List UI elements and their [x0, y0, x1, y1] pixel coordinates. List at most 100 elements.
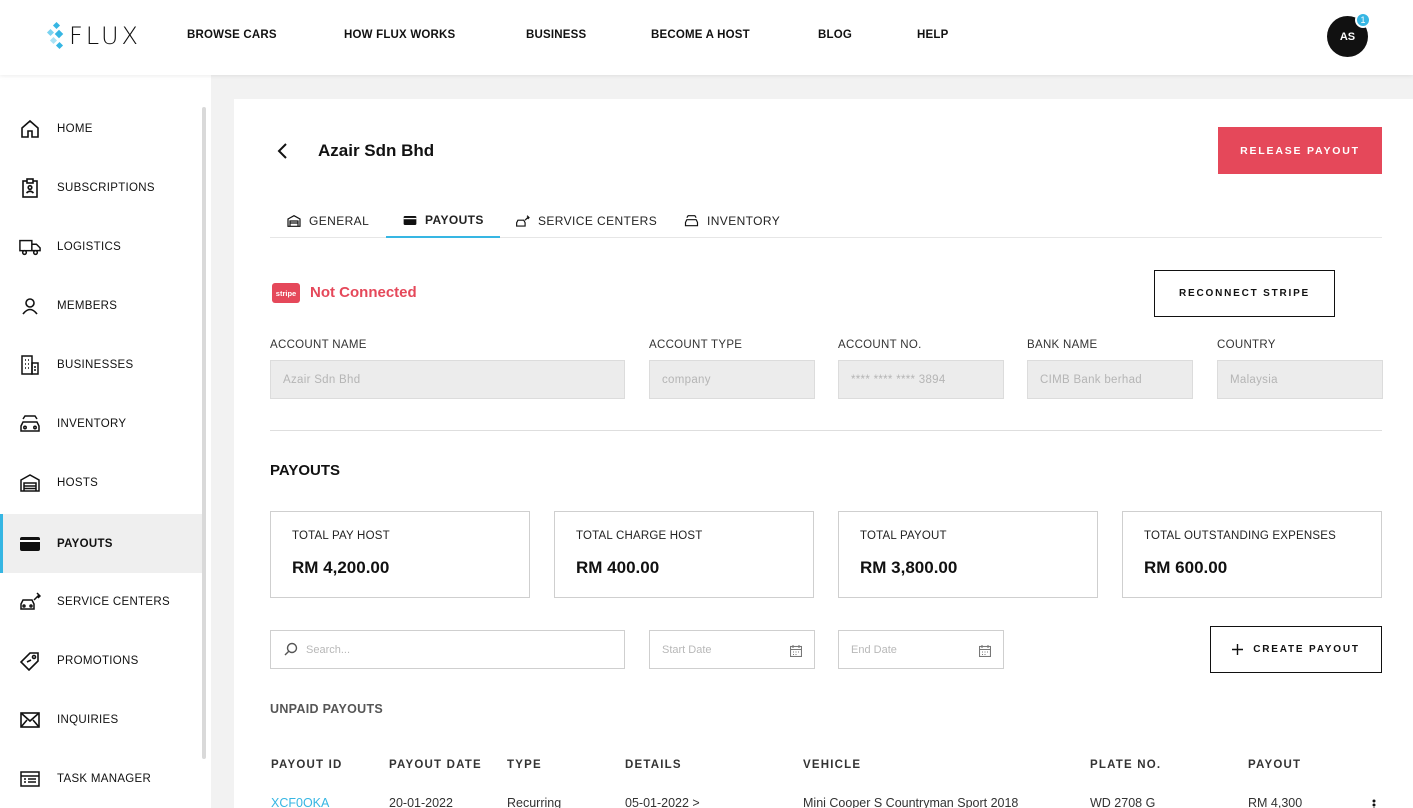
reconnect-stripe-button[interactable]: RECONNECT STRIPE: [1154, 270, 1335, 317]
calendar-icon[interactable]: [789, 644, 803, 662]
user-icon: [19, 295, 41, 317]
sidebar-item-task-manager[interactable]: TASK MANAGER: [0, 749, 205, 808]
nav-help[interactable]: HELP: [917, 29, 948, 41]
plus-icon: [1232, 644, 1244, 655]
sidebar-item-payouts[interactable]: PAYOUTS: [0, 514, 205, 573]
sidebar-item-label: LOGISTICS: [57, 240, 122, 253]
tab-label: SERVICE CENTERS: [538, 214, 658, 228]
car-stack-icon: [684, 215, 699, 227]
payout-date-cell: 20-01-2022: [389, 796, 453, 808]
create-payout-button[interactable]: CREATE PAYOUT: [1210, 626, 1382, 673]
top-navbar: FLUX BROWSE CARS HOW FLUX WORKS BUSINESS…: [0, 0, 1413, 75]
stat-label: TOTAL PAY HOST: [292, 530, 390, 542]
column-header-plate-no[interactable]: PLATE NO.: [1090, 759, 1161, 771]
sidebar-item-label: SUBSCRIPTIONS: [57, 181, 155, 194]
garage-icon: [287, 215, 301, 227]
flux-logo-icon: [46, 21, 64, 50]
tab-bar: GENERAL PAYOUTS SERVICE CENTERS INVENTOR…: [270, 204, 1382, 238]
payout-cell: RM 4,300: [1248, 796, 1303, 808]
task-icon: [19, 768, 41, 790]
sidebar-item-label: SERVICE CENTERS: [57, 595, 170, 608]
sidebar-item-inventory[interactable]: INVENTORY: [0, 394, 205, 453]
end-date-input[interactable]: End Date: [838, 630, 1004, 669]
tag-icon: [19, 650, 41, 672]
tab-general[interactable]: GENERAL: [287, 204, 369, 238]
sidebar-item-label: BUSINESSES: [57, 358, 134, 371]
sidebar-item-label: PROMOTIONS: [57, 654, 139, 667]
stat-card-total-payout: TOTAL PAYOUT RM 3,800.00: [838, 511, 1098, 598]
details-cell: 05-01-2022 >: [625, 796, 700, 808]
payout-id-link[interactable]: XCF0OKA: [271, 796, 329, 808]
mail-icon: [19, 709, 41, 731]
sidebar: HOME SUBSCRIPTIONS LOGISTICS MEMBERS BUS…: [0, 75, 211, 808]
account-name-field: Azair Sdn Bhd: [270, 360, 625, 399]
stripe-status: Not Connected: [310, 284, 417, 301]
create-payout-label: CREATE PAYOUT: [1253, 644, 1360, 655]
column-header-type[interactable]: TYPE: [507, 759, 542, 771]
clipboard-icon: [19, 177, 41, 199]
tab-inventory[interactable]: INVENTORY: [684, 204, 780, 238]
bank-name-label: BANK NAME: [1027, 339, 1098, 351]
column-header-payout-id[interactable]: PAYOUT ID: [271, 759, 343, 771]
service-icon: [515, 214, 530, 228]
start-date-input[interactable]: Start Date: [649, 630, 815, 669]
vehicle-cell: Mini Cooper S Countryman Sport 2018: [803, 796, 1019, 808]
search-icon: [284, 642, 298, 661]
stat-card-total-outstanding-expenses: TOTAL OUTSTANDING EXPENSES RM 600.00: [1122, 511, 1382, 598]
sidebar-item-home[interactable]: HOME: [0, 99, 205, 158]
column-header-payout[interactable]: PAYOUT: [1248, 759, 1301, 771]
car-stack-icon: [19, 413, 41, 435]
search-input[interactable]: Search...: [270, 630, 625, 669]
tab-label: GENERAL: [309, 214, 370, 228]
sidebar-item-label: PAYOUTS: [57, 537, 113, 550]
release-payout-button[interactable]: RELEASE PAYOUT: [1218, 127, 1382, 174]
stat-label: TOTAL PAYOUT: [860, 530, 947, 542]
bank-name-field: CIMB Bank berhad: [1027, 360, 1193, 399]
sidebar-item-logistics[interactable]: LOGISTICS: [0, 217, 205, 276]
sidebar-scrollbar[interactable]: [202, 107, 206, 759]
building-icon: [19, 354, 41, 376]
nav-browse-cars[interactable]: BROWSE CARS: [187, 29, 277, 41]
garage-icon: [19, 472, 41, 494]
column-header-payout-date[interactable]: PAYOUT DATE: [389, 759, 482, 771]
truck-icon: [19, 236, 41, 258]
more-options-icon[interactable]: [1372, 798, 1376, 808]
nav-blog[interactable]: BLOG: [818, 29, 852, 41]
search-placeholder: Search...: [306, 643, 351, 656]
column-header-details[interactable]: DETAILS: [625, 759, 682, 771]
sidebar-item-promotions[interactable]: PROMOTIONS: [0, 631, 205, 690]
sidebar-item-businesses[interactable]: BUSINESSES: [0, 335, 205, 394]
account-no-label: ACCOUNT NO.: [838, 339, 922, 351]
back-arrow-icon[interactable]: [274, 140, 294, 162]
sidebar-item-inquiries[interactable]: INQUIRIES: [0, 690, 205, 749]
home-icon: [19, 118, 41, 140]
sidebar-item-label: MEMBERS: [57, 299, 118, 312]
tab-service-centers[interactable]: SERVICE CENTERS: [515, 204, 657, 238]
unpaid-payouts-title: UNPAID PAYOUTS: [270, 702, 384, 716]
sidebar-item-subscriptions[interactable]: SUBSCRIPTIONS: [0, 158, 205, 217]
nav-how-flux-works[interactable]: HOW FLUX WORKS: [344, 29, 455, 41]
country-field: Malaysia: [1217, 360, 1383, 399]
sidebar-item-hosts[interactable]: HOSTS: [0, 453, 205, 512]
calendar-icon[interactable]: [978, 644, 992, 662]
sidebar-item-service-centers[interactable]: SERVICE CENTERS: [0, 572, 205, 631]
stat-card-total-pay-host: TOTAL PAY HOST RM 4,200.00: [270, 511, 530, 598]
tab-payouts[interactable]: PAYOUTS: [386, 204, 500, 238]
stat-card-total-charge-host: TOTAL CHARGE HOST RM 400.00: [554, 511, 814, 598]
stat-label: TOTAL CHARGE HOST: [576, 530, 703, 542]
stat-label: TOTAL OUTSTANDING EXPENSES: [1144, 530, 1337, 542]
page-title: Azair Sdn Bhd: [318, 141, 435, 160]
start-date-placeholder: Start Date: [662, 644, 712, 656]
flux-logo[interactable]: FLUX: [46, 20, 141, 52]
logo-wordmark: FLUX: [69, 22, 141, 50]
column-header-vehicle[interactable]: VEHICLE: [803, 759, 861, 771]
nav-business[interactable]: BUSINESS: [526, 29, 586, 41]
plate-no-cell: WD 2708 G: [1090, 796, 1156, 808]
section-divider: [270, 430, 1382, 431]
card-icon: [19, 533, 41, 555]
account-type-label: ACCOUNT TYPE: [649, 339, 743, 351]
card-icon: [403, 215, 417, 226]
sidebar-item-members[interactable]: MEMBERS: [0, 276, 205, 335]
nav-become-a-host[interactable]: BECOME A HOST: [651, 29, 750, 41]
account-no-field: **** **** **** 3894: [838, 360, 1004, 399]
